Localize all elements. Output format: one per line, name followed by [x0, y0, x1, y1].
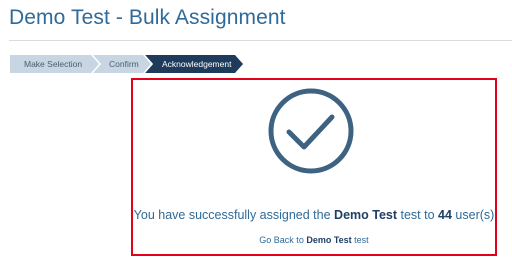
title-divider	[9, 40, 512, 41]
assigned-user-count: 44	[438, 208, 452, 222]
checkmark-circle-icon	[268, 88, 354, 174]
go-back-suffix[interactable]: test	[352, 235, 369, 245]
wizard-step-acknowledgement: Acknowledgement	[145, 55, 243, 73]
success-message-prefix: You have successfully assigned the	[133, 208, 335, 222]
page-title: Demo Test - Bulk Assignment	[9, 6, 286, 29]
go-back-prefix[interactable]: Go Back to	[259, 235, 306, 245]
assigned-test-name: Demo Test	[334, 208, 398, 222]
go-back-link[interactable]: Go Back to Demo Test test	[133, 235, 495, 245]
page: Demo Test - Bulk Assignment Make Selecti…	[0, 0, 512, 274]
wizard-steps: Make Selection Confirm Acknowledgement	[10, 55, 240, 73]
wizard-step-make-selection[interactable]: Make Selection	[10, 55, 101, 73]
success-message: You have successfully assigned the Demo …	[133, 208, 495, 222]
success-message-suffix: user(s)	[451, 208, 495, 222]
go-back-test-name[interactable]: Demo Test	[306, 235, 351, 245]
success-message-middle: test to	[397, 208, 439, 222]
acknowledgement-panel: You have successfully assigned the Demo …	[131, 78, 497, 256]
wizard-step-confirm[interactable]: Confirm	[93, 55, 153, 73]
